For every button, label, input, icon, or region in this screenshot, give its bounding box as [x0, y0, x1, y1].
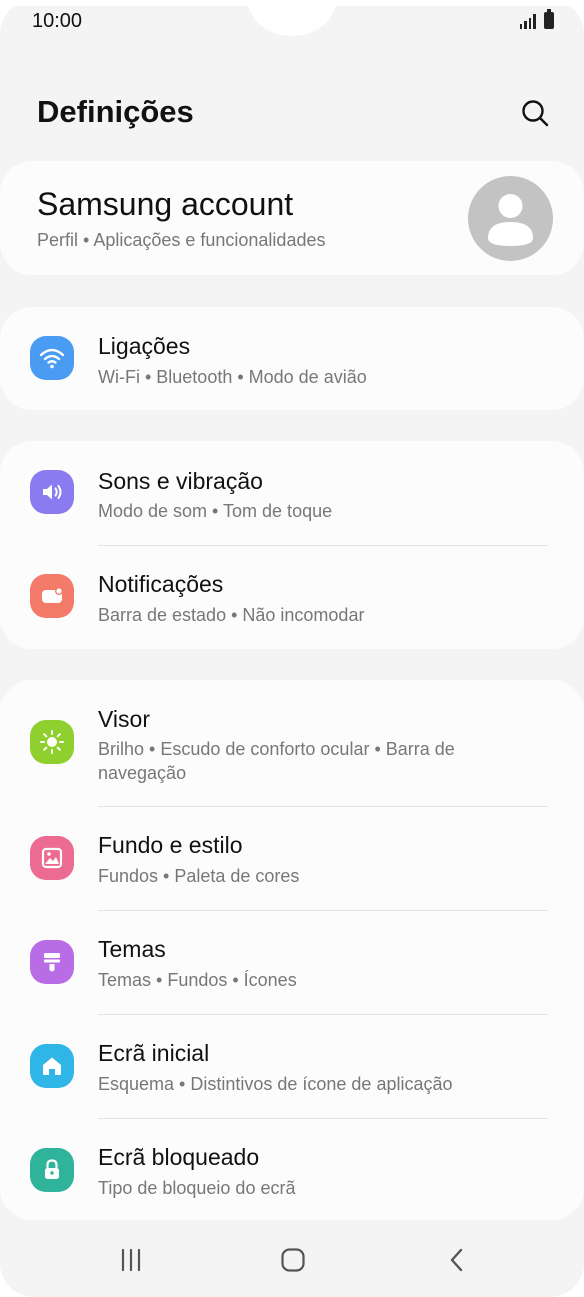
account-title: Samsung account [37, 186, 294, 222]
back-arrow-icon [450, 1248, 463, 1272]
status-bar: 10:00 [0, 0, 584, 46]
search-button[interactable] [516, 94, 554, 132]
setting-subtitle: Tipo de bloqueio do ecrã [98, 1178, 296, 1198]
setting-subtitle: Wi-Fi • Bluetooth • Modo de avião [98, 367, 367, 387]
image-icon [30, 836, 74, 880]
home-button[interactable] [273, 1243, 313, 1277]
sun-icon [30, 720, 74, 764]
setting-title: Temas [98, 936, 166, 962]
setting-title: Ecrã bloqueado [98, 1144, 260, 1170]
navigation-bar [0, 1225, 584, 1297]
setting-subtitle: Temas • Fundos • Ícones [98, 970, 297, 990]
setting-item-sons[interactable]: Sons e vibração Modo de som • Tom de toq… [0, 441, 584, 545]
camera-notch [248, 0, 336, 36]
setting-title: Ligações [98, 333, 191, 359]
setting-title: Sons e vibração [98, 468, 263, 494]
recent-apps-button[interactable] [111, 1243, 151, 1277]
setting-subtitle: Esquema • Distintivos de ícone de aplica… [98, 1074, 453, 1094]
setting-item-visor[interactable]: Visor Brilho • Escudo de conforto ocular… [0, 680, 584, 806]
setting-title: Visor [98, 706, 150, 732]
setting-subtitle: Brilho • Escudo de conforto ocular • Bar… [98, 739, 455, 783]
speaker-icon [30, 470, 74, 514]
setting-title: Fundo e estilo [98, 832, 243, 858]
setting-item-notificacoes[interactable]: Notificações Barra de estado • Não incom… [0, 545, 584, 649]
setting-title: Notificações [98, 571, 224, 597]
setting-item-temas[interactable]: Temas Temas • Fundos • Ícones [0, 910, 584, 1014]
setting-item-ecra-bloqueado[interactable]: Ecrã bloqueado Tipo de bloqueio do ecrã [0, 1118, 584, 1220]
home-icon [30, 1044, 74, 1088]
setting-subtitle: Barra de estado • Não incomodar [98, 605, 365, 625]
wifi-icon [30, 336, 74, 380]
notification-icon [30, 574, 74, 618]
signal-icon [519, 13, 536, 29]
setting-item-ecra-inicial[interactable]: Ecrã inicial Esquema • Distintivos de íc… [0, 1014, 584, 1118]
status-time: 10:00 [32, 10, 83, 32]
setting-subtitle: Modo de som • Tom de toque [98, 501, 333, 521]
avatar[interactable] [468, 176, 553, 261]
setting-item-ligacoes[interactable]: Ligações Wi-Fi • Bluetooth • Modo de avi… [0, 307, 584, 410]
setting-subtitle: Fundos • Paleta de cores [98, 866, 300, 886]
setting-item-fundo[interactable]: Fundo e estilo Fundos • Paleta de cores [0, 806, 584, 910]
settings-screen: 10:00 Definições Samsung account Perfil … [0, 0, 584, 1297]
account-subtitle: Perfil • Aplicações e funcionalidades [37, 230, 326, 250]
recents-icon [121, 1248, 141, 1272]
battery-icon [544, 9, 554, 29]
home-circle-icon [281, 1248, 305, 1272]
back-button[interactable] [437, 1243, 477, 1277]
lock-icon [30, 1148, 74, 1192]
page-title: Definições [37, 94, 194, 129]
status-icons [519, 9, 554, 29]
paintbrush-icon [30, 940, 74, 984]
person-icon [488, 194, 533, 246]
setting-title: Ecrã inicial [98, 1040, 210, 1066]
search-icon [522, 100, 549, 127]
